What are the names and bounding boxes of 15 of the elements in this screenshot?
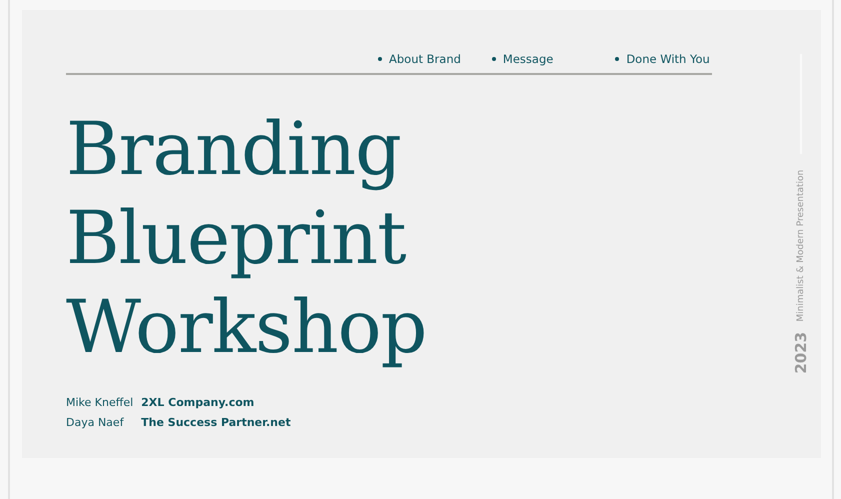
title-line: Workshop	[66, 284, 426, 372]
title-line: Branding	[66, 106, 401, 194]
presenter-name: Daya Naef	[66, 416, 125, 429]
company-name: The Success Partner.net	[141, 416, 291, 429]
year-label: 2023	[792, 332, 810, 374]
nav-link[interactable]: Message	[502, 52, 554, 66]
vertical-caption: Minimalist & Modern Presentation	[796, 170, 806, 322]
presenter-name: Mike Kneffel	[66, 396, 134, 409]
nav-link[interactable]: Done With You	[626, 52, 710, 66]
company-name: 2XL Company.com	[141, 396, 256, 409]
nav-link[interactable]: About Brand	[389, 52, 461, 66]
title-line: Blueprint	[66, 195, 406, 283]
bullet-icon	[378, 57, 382, 61]
bullet-icon	[492, 57, 496, 61]
bullet-icon	[615, 57, 620, 61]
